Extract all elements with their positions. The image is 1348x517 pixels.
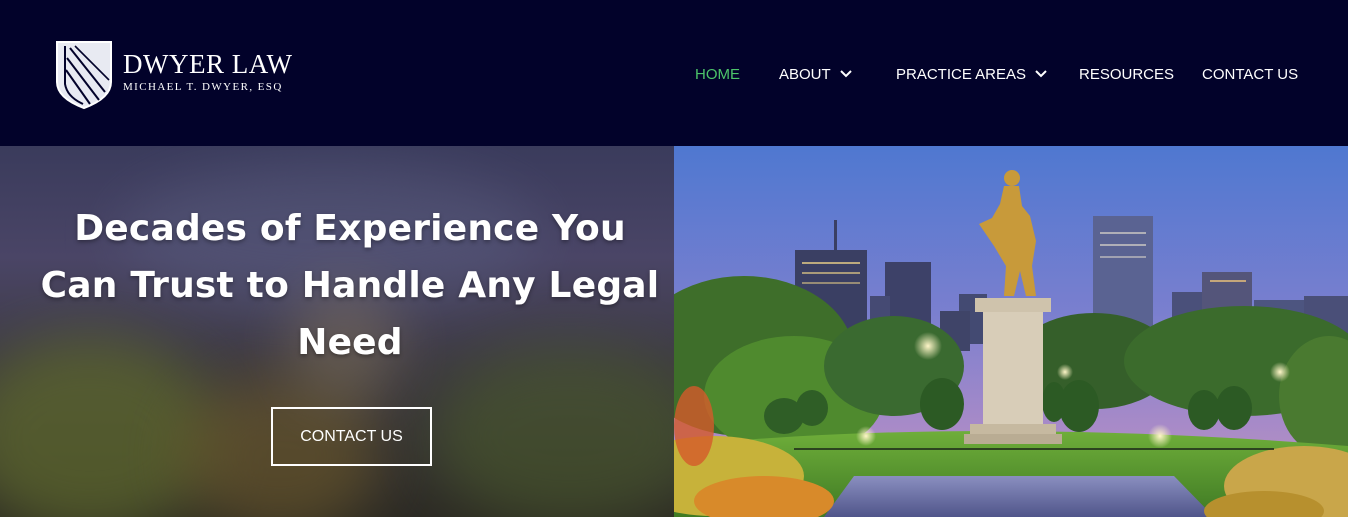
nav-item-about[interactable]: ABOUT: [779, 62, 853, 86]
chevron-down-icon: [1035, 70, 1047, 78]
site-header: DWYER LAW MICHAEL T. DWYER, ESQ HOME ABO…: [0, 0, 1348, 146]
hero-text-panel: Decades of Experience You Can Trust to H…: [0, 146, 674, 517]
nav-item-label: PRACTICE AREAS: [896, 65, 1027, 83]
nav-item-resources[interactable]: RESOURCES: [1079, 62, 1174, 86]
nav-item-practice-areas[interactable]: PRACTICE AREAS: [896, 62, 1048, 86]
nav-item-label: CONTACT US: [1202, 65, 1299, 83]
nav-item-contact-us[interactable]: CONTACT US: [1202, 62, 1298, 86]
hero-bg-blur: [430, 346, 674, 517]
nav-item-label: HOME: [695, 65, 740, 83]
main-nav: HOME ABOUT PRACTICE AREAS RESOURCES CONT…: [0, 62, 1348, 86]
nav-item-home[interactable]: HOME: [695, 62, 740, 86]
chevron-down-icon: [839, 70, 852, 78]
hero-section: Decades of Experience You Can Trust to H…: [0, 146, 1348, 517]
contact-us-button[interactable]: CONTACT US: [271, 407, 432, 466]
hero-heading: Decades of Experience You Can Trust to H…: [40, 208, 660, 363]
nav-item-label: ABOUT: [779, 65, 831, 83]
statue-park-city-skyline-photo: [674, 146, 1348, 517]
nav-item-label: RESOURCES: [1079, 65, 1175, 83]
